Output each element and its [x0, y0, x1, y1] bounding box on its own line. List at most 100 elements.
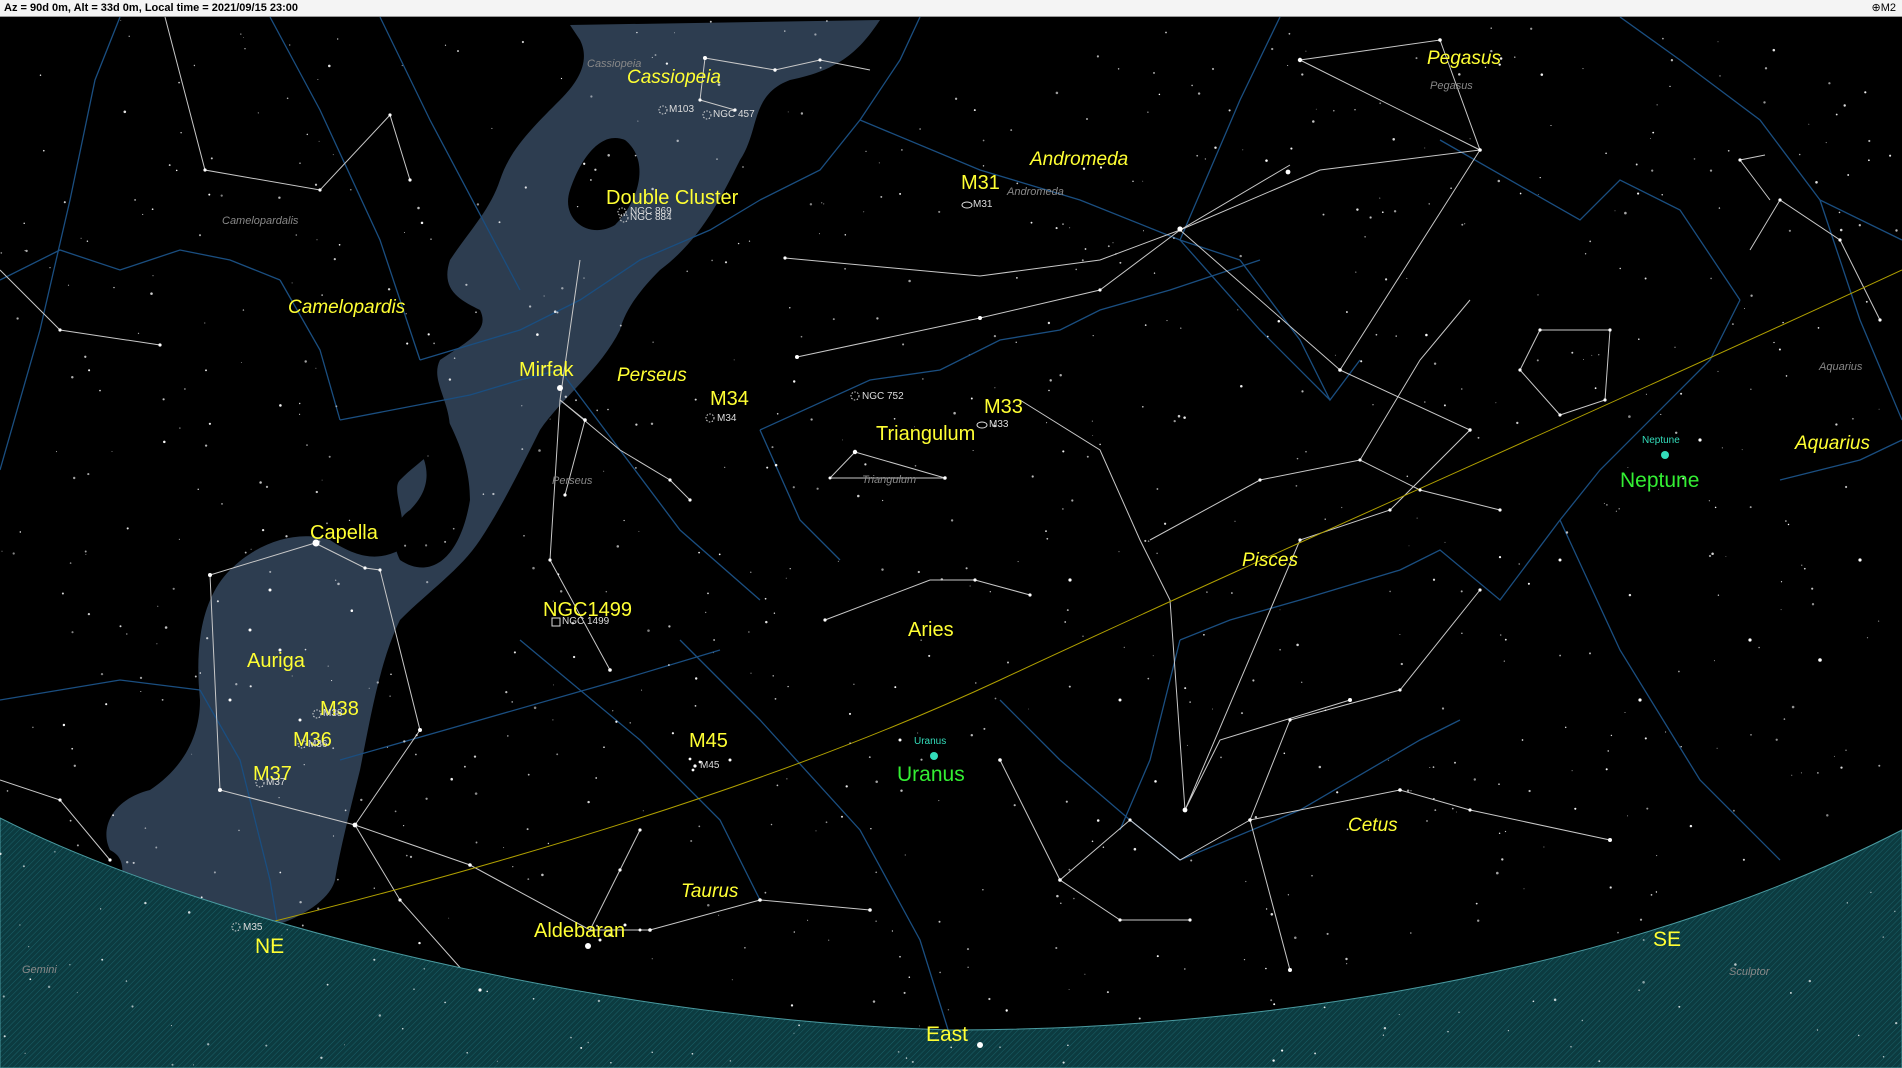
boundary-label-cassiopeia: Cassiopeia [587, 58, 642, 70]
faint-star [1428, 203, 1430, 205]
faint-star [317, 907, 320, 910]
faint-star [695, 677, 698, 680]
faint-star [1693, 158, 1696, 160]
faint-star [403, 740, 406, 743]
faint-star [448, 378, 452, 381]
faint-star [213, 871, 216, 874]
faint-star [1877, 620, 1880, 622]
faint-star [1713, 660, 1715, 662]
faint-star [1527, 582, 1530, 585]
faint-star [793, 931, 796, 933]
faint-star [1727, 149, 1730, 152]
faint-star [318, 815, 320, 817]
faint-star [1384, 278, 1388, 281]
faint-star [466, 1052, 468, 1054]
faint-star [1354, 108, 1356, 111]
faint-star [1395, 335, 1397, 337]
faint-star [123, 110, 127, 114]
faint-star [742, 166, 744, 168]
faint-star [1624, 711, 1626, 713]
faint-star [1084, 973, 1086, 975]
faint-star [1714, 506, 1717, 509]
uranus-marker[interactable] [930, 752, 938, 760]
faint-star [208, 422, 212, 425]
faint-star [1086, 455, 1089, 458]
faint-star [387, 288, 391, 291]
faint-star [610, 1062, 612, 1064]
faint-star [87, 473, 90, 476]
faint-star [938, 800, 940, 802]
faint-star [849, 742, 851, 744]
faint-star [67, 284, 70, 286]
faint-star [543, 295, 545, 297]
faint-star [999, 1046, 1001, 1048]
faint-star [1277, 319, 1281, 323]
faint-star [616, 545, 620, 548]
label-m34: M34 [710, 388, 749, 410]
faint-star [694, 398, 697, 401]
corner-indicator[interactable]: ⊕M2 [1872, 1, 1897, 14]
faint-star [465, 283, 468, 286]
faint-star [1055, 946, 1058, 950]
faint-star [1565, 531, 1569, 534]
faint-star [532, 997, 535, 1000]
faint-star [881, 499, 884, 502]
faint-star [908, 279, 911, 283]
faint-star [1851, 417, 1854, 420]
faint-star [221, 503, 223, 505]
faint-star [918, 1025, 920, 1027]
planet-label-uranus-small: Uranus [914, 736, 947, 747]
faint-star [1464, 223, 1466, 225]
faint-star [1046, 537, 1049, 540]
neptune-marker[interactable] [1661, 451, 1669, 459]
faint-star [1504, 638, 1507, 641]
faint-star [1016, 277, 1018, 279]
faint-star [1266, 335, 1269, 338]
faint-star [1638, 989, 1640, 991]
faint-star [1828, 82, 1831, 85]
faint-star [556, 311, 559, 314]
faint-star [766, 466, 769, 469]
faint-star [943, 478, 945, 480]
faint-star [444, 540, 447, 543]
faint-star [1889, 154, 1892, 157]
faint-star [1345, 957, 1348, 961]
faint-star [619, 324, 622, 327]
sky-chart[interactable] [0, 17, 1902, 1068]
faint-star [55, 451, 58, 453]
planet-label-uranus[interactable]: Uranus [897, 764, 965, 785]
faint-star [922, 378, 924, 380]
faint-star [1773, 341, 1775, 344]
faint-star [406, 342, 409, 345]
faint-star [848, 712, 852, 715]
faint-star [1605, 152, 1607, 155]
faint-star [1847, 174, 1850, 176]
faint-star [1521, 739, 1524, 741]
faint-star [206, 637, 209, 640]
faint-star [1858, 224, 1861, 227]
planet-label-neptune[interactable]: Neptune [1620, 470, 1699, 491]
faint-star [1270, 913, 1274, 916]
faint-star [637, 120, 639, 122]
faint-star [1504, 830, 1507, 833]
faint-star [908, 976, 911, 978]
faint-star [1717, 594, 1720, 596]
faint-star [636, 31, 638, 34]
faint-star [1840, 766, 1843, 769]
faint-star [286, 929, 288, 931]
faint-star [1443, 404, 1446, 407]
label-cassiopeia: Cassiopeia [627, 67, 721, 88]
faint-star [597, 999, 601, 1003]
faint-star [1375, 333, 1378, 336]
faint-star [243, 36, 244, 38]
faint-star [1323, 1006, 1326, 1009]
faint-star [787, 111, 789, 113]
faint-star [1444, 541, 1446, 543]
faint-star [556, 753, 559, 756]
faint-star [1514, 56, 1516, 58]
faint-star [1005, 1009, 1008, 1012]
faint-star [1211, 67, 1215, 71]
faint-star [12, 552, 15, 555]
faint-star [1496, 871, 1499, 875]
faint-star [1536, 359, 1539, 362]
